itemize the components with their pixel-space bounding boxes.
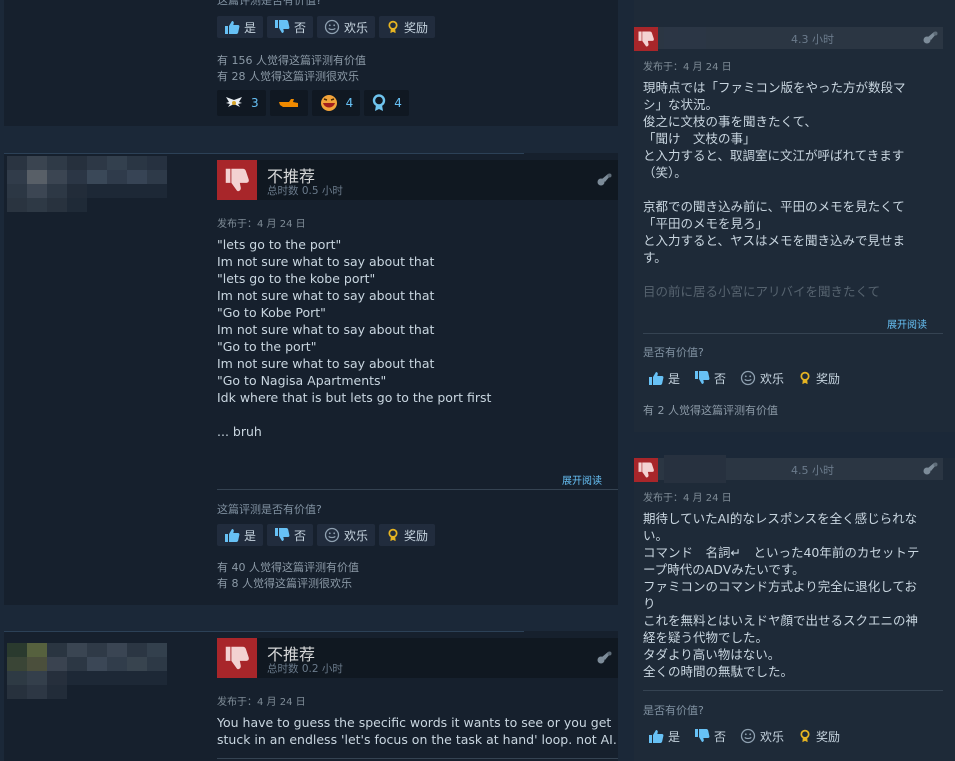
hours-played: 4.5 小时 (791, 464, 834, 477)
award-gift-icon[interactable] (594, 651, 612, 665)
vote-yes-button[interactable]: 是 (643, 367, 685, 389)
award-ribbon-icon (798, 370, 812, 386)
smile-icon (740, 728, 756, 744)
reviewer-avatar-blurred[interactable] (7, 643, 167, 699)
pointing-hand-award-icon (278, 99, 298, 107)
posted-date: 发布于：4 月 24 日 (643, 62, 732, 73)
review-body: 期待していたAI的なレスポンスを全く感じられな い。 コマンド 名詞↵ といった… (643, 511, 920, 679)
award-gift-icon[interactable] (594, 173, 612, 187)
vote-no-button[interactable]: 否 (689, 367, 731, 389)
vote-funny-button[interactable]: 欢乐 (317, 524, 376, 546)
thumbs-down-icon (636, 29, 656, 49)
smile-icon (324, 19, 340, 35)
review-divider (217, 489, 618, 490)
hours-played: 4.3 小时 (791, 33, 834, 46)
vote-yes-button[interactable]: 是 (217, 524, 264, 546)
winged-award-icon (226, 97, 242, 107)
review-body: You have to guess the specific words it … (217, 715, 617, 747)
review-body: "lets go to the port" Im not sure what t… (217, 237, 492, 439)
hours-played: 总时数 0.5 小时 (267, 185, 343, 197)
review-divider (217, 758, 618, 759)
helpful-question: 是否有价值? (643, 346, 704, 359)
award-winged[interactable]: 3 (217, 90, 266, 116)
vote-funny-button[interactable]: 欢乐 (735, 725, 789, 747)
award-ribbon-icon (386, 527, 400, 543)
thumbs-down-icon (274, 527, 290, 543)
thumbs-down-badge (217, 160, 257, 200)
laughing-face-award-icon (320, 95, 337, 111)
vote-funny-button[interactable]: 欢乐 (735, 367, 789, 389)
review-card: 4.3 小时 发布于：4 月 24 日 現時点では「ファミコン版をやった方が数段… (634, 0, 955, 432)
reviewer-name-blurred[interactable] (664, 27, 706, 49)
thumbs-down-badge (634, 27, 658, 51)
helpful-count: 有 2 人觉得这篇评测有价值 (643, 404, 778, 417)
vote-buttons: 是 否 欢乐 奖励 (643, 367, 845, 389)
thumbs-down-badge (634, 458, 658, 482)
award-button[interactable]: 奖励 (379, 16, 436, 38)
vote-buttons: 是 否 欢乐 奖励 (217, 524, 436, 546)
vote-no-button[interactable]: 否 (267, 524, 314, 546)
ribbon-award-icon (373, 94, 386, 111)
reviewer-name-blurred[interactable] (664, 455, 726, 483)
award-button[interactable]: 奖励 (793, 367, 845, 389)
vote-funny-button[interactable]: 欢乐 (317, 16, 376, 38)
award-button[interactable]: 奖励 (793, 725, 845, 747)
award-button[interactable]: 奖励 (379, 524, 436, 546)
helpful-count: 有 156 人觉得这篇评测有价值 有 28 人觉得这篇评测很欢乐 (217, 54, 366, 83)
helpful-count: 有 40 人觉得这篇评测有价值 有 8 人觉得这篇评测很欢乐 (217, 561, 359, 590)
review-card: 不推荐 总时数 0.5 小时 发布于：4 月 24 日 "lets go to … (4, 153, 618, 605)
vote-no-button[interactable]: 否 (267, 16, 314, 38)
vote-yes-button[interactable]: 是 (217, 16, 264, 38)
vote-yes-button[interactable]: 是 (643, 725, 685, 747)
top-review-card: 这篇评测是否有价值? 是 否 欢乐 奖励 有 156 人觉得这篇评测有价值 有 … (4, 0, 618, 126)
review-top-border (4, 631, 524, 632)
helpful-question: 这篇评测是否有价值? (217, 0, 322, 7)
thumbs-down-icon (222, 165, 252, 195)
review-body-faded: 目の前に居る小宮にアリバイを聞きたくて (643, 284, 881, 299)
thumbs-down-icon (694, 728, 710, 744)
thumbs-down-icon (222, 643, 252, 673)
review-divider (643, 333, 943, 334)
awards-row: 3 4 4 (217, 90, 409, 116)
award-laughing-face[interactable]: 4 (311, 90, 361, 116)
thumbs-up-icon (648, 728, 664, 744)
read-more-link[interactable]: 展开阅读 (887, 316, 927, 331)
thumbs-up-icon (224, 19, 240, 35)
review-divider (643, 690, 943, 691)
award-ribbon-icon (386, 19, 400, 35)
posted-date: 发布于：4 月 24 日 (217, 697, 306, 708)
award-ribbon[interactable]: 4 (364, 90, 409, 116)
thumbs-down-badge (217, 638, 257, 678)
hours-played: 总时数 0.2 小时 (267, 663, 343, 675)
helpful-question: 这篇评测是否有价值? (217, 503, 322, 516)
read-more-link[interactable]: 展开阅读 (562, 472, 602, 487)
award-ribbon-icon (798, 728, 812, 744)
vote-buttons: 是 否 欢乐 奖励 (217, 16, 436, 38)
reviewer-avatar-blurred[interactable] (7, 156, 167, 212)
thumbs-down-icon (636, 460, 656, 480)
posted-date: 发布于：4 月 24 日 (217, 219, 306, 230)
award-gift-icon[interactable] (920, 31, 938, 45)
review-card: 4.5 小时 发布于：4 月 24 日 期待していたAI的なレスポンスを全く感じ… (634, 455, 955, 761)
posted-date: 发布于：4 月 24 日 (643, 493, 732, 504)
thumbs-down-icon (274, 19, 290, 35)
smile-icon (740, 370, 756, 386)
vote-no-button[interactable]: 否 (689, 725, 731, 747)
thumbs-up-icon (648, 370, 664, 386)
review-card: 不推荐 总时数 0.2 小时 发布于：4 月 24 日 You have to … (4, 631, 618, 761)
review-top-border (4, 153, 524, 154)
review-body: 現時点では「ファミコン版をやった方が数段マ シ」な状況。 俊之に文枝の事を聞きた… (643, 80, 906, 265)
thumbs-up-icon (224, 527, 240, 543)
helpful-question: 是否有价值? (643, 704, 704, 717)
thumbs-down-icon (694, 370, 710, 386)
award-pointing-hand[interactable] (269, 90, 308, 116)
vote-buttons: 是 否 欢乐 奖励 (643, 725, 845, 747)
smile-icon (324, 527, 340, 543)
award-gift-icon[interactable] (920, 462, 938, 476)
